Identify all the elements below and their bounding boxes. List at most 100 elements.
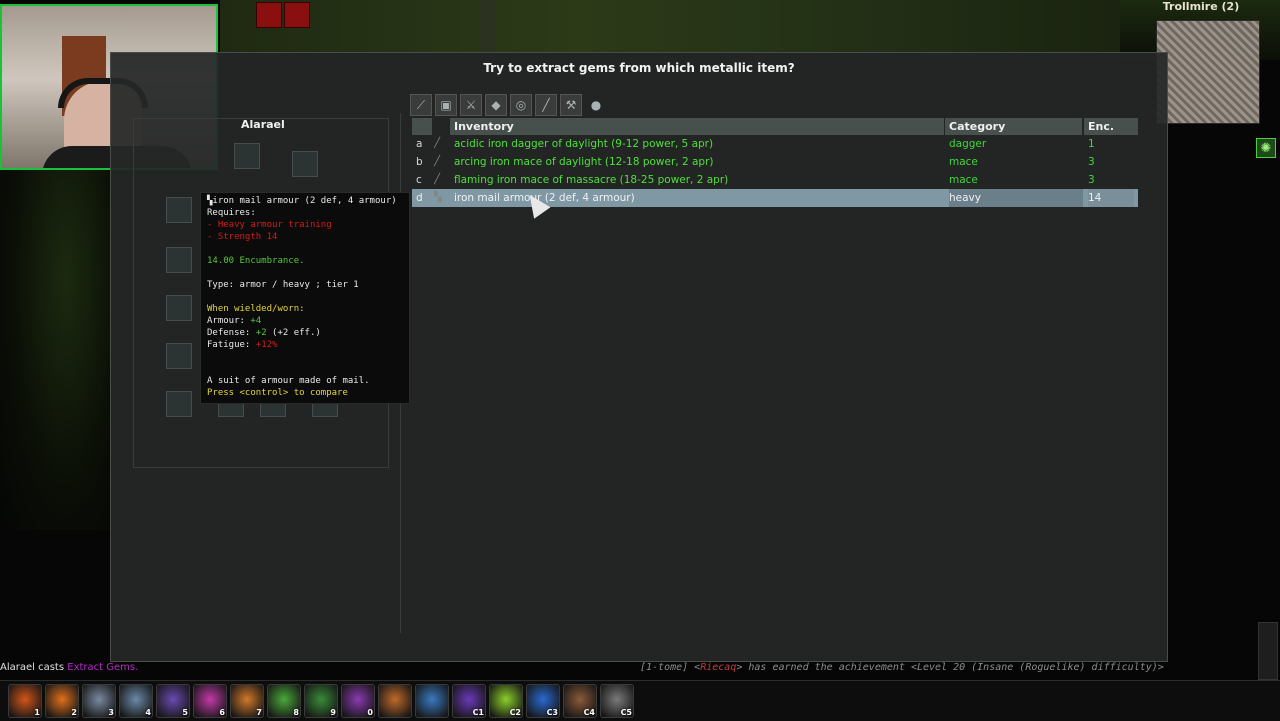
hotkey-slot[interactable]: 7 xyxy=(230,684,264,718)
equip-slot-head[interactable] xyxy=(234,143,260,169)
game-world-left xyxy=(0,170,110,530)
game-world-top xyxy=(220,0,1120,52)
hotkey-label: 1 xyxy=(34,708,40,717)
table-row[interactable]: a ╱ acidic iron dagger of daylight (9-12… xyxy=(412,135,1138,153)
header-enc[interactable]: Enc. xyxy=(1084,118,1138,135)
side-toolbar[interactable] xyxy=(1258,622,1278,680)
hotkey-label: 7 xyxy=(256,708,262,717)
tooltip-requires: Requires: xyxy=(207,208,256,218)
inventory-table: Inventory Category Enc. a ╱ acidic iron … xyxy=(412,118,1138,207)
hotkey-slot[interactable]: C4 xyxy=(563,684,597,718)
hotkey-slot[interactable]: 6 xyxy=(193,684,227,718)
header-inventory[interactable]: Inventory xyxy=(450,118,944,135)
hotkey-label: 8 xyxy=(293,708,299,717)
item-enc: 14 xyxy=(1088,189,1134,207)
hotkey-slot[interactable]: 2 xyxy=(45,684,79,718)
hotkey-label: 3 xyxy=(108,708,114,717)
item-name: arcing iron mace of daylight (12-18 powe… xyxy=(454,156,714,168)
hotkey-label: C1 xyxy=(472,708,484,717)
item-enc: 3 xyxy=(1088,156,1095,168)
item-name: flaming iron mace of massacre (18-25 pow… xyxy=(454,174,729,186)
item-category: dagger xyxy=(949,138,987,150)
table-row[interactable]: b ╱ arcing iron mace of daylight (12-18 … xyxy=(412,153,1138,171)
game-world-path xyxy=(480,0,496,52)
tool-icon[interactable]: ⚒ xyxy=(560,94,582,116)
tooltip-compare-hint: Press <control> to compare xyxy=(207,388,348,398)
header-category[interactable]: Category xyxy=(945,118,1082,135)
header-letter xyxy=(412,118,432,135)
minimap-toggle-icon[interactable]: ✺ xyxy=(1256,138,1276,158)
tooltip-requirement: - Heavy armour training xyxy=(207,220,332,230)
hotkey-slot[interactable] xyxy=(415,684,449,718)
misc-icon[interactable]: ● xyxy=(585,94,607,116)
hotkey-label: C5 xyxy=(620,708,632,717)
hotkey-slot[interactable]: 0 xyxy=(341,684,375,718)
tooltip-description: A suit of armour made of mail. xyxy=(207,376,370,386)
hotkey-label: 4 xyxy=(145,708,151,717)
equip-slot-offhand[interactable] xyxy=(166,247,192,273)
minimap[interactable] xyxy=(1156,20,1260,124)
table-row-selected[interactable]: d ▚ iron mail armour (2 def, 4 armour) h… xyxy=(412,189,1138,207)
equip-slot-ring2[interactable] xyxy=(166,343,192,369)
dialog-title: Try to extract gems from which metallic … xyxy=(483,61,795,75)
armour-icon: ▚ xyxy=(434,192,442,203)
hotkey-slot[interactable]: 8 xyxy=(267,684,301,718)
hotkey-slot[interactable]: 3 xyxy=(82,684,116,718)
tooltip-defense: Defense: +2 (+2 eff.) xyxy=(207,328,321,338)
table-header: Inventory Category Enc. xyxy=(412,118,1138,135)
combat-log: Alarael casts Extract Gems. xyxy=(0,662,139,673)
tooltip-requirement: - Strength 14 xyxy=(207,232,278,242)
hotkey-slot[interactable]: 4 xyxy=(119,684,153,718)
hotkey-slot[interactable]: C3 xyxy=(526,684,560,718)
hotbar xyxy=(0,680,1280,721)
ring-icon[interactable]: ◎ xyxy=(510,94,532,116)
hotkey-label: 6 xyxy=(219,708,225,717)
item-category: mace xyxy=(949,174,978,186)
hotkey-label: C3 xyxy=(546,708,558,717)
weapon-icon[interactable]: ⚔ xyxy=(460,94,482,116)
hotkey-label: 5 xyxy=(182,708,188,717)
chat-log: [1-tome] <Riecaq> has earned the achieve… xyxy=(640,662,1164,673)
hotkey-label: 0 xyxy=(367,708,373,717)
hotkey-slot[interactable]: 1 xyxy=(8,684,42,718)
table-row[interactable]: c ╱ flaming iron mace of massacre (18-25… xyxy=(412,171,1138,189)
hotkey-slot[interactable]: 5 xyxy=(156,684,190,718)
hotkey-slot[interactable] xyxy=(378,684,412,718)
gem-icon[interactable]: ◆ xyxy=(485,94,507,116)
dagger-icon: ╱ xyxy=(434,138,441,149)
armor-icon[interactable]: ▣ xyxy=(435,94,457,116)
item-enc: 1 xyxy=(1088,138,1095,150)
all-items-icon[interactable]: ⟋ xyxy=(410,94,432,116)
hotkey-slot[interactable]: C1 xyxy=(452,684,486,718)
equip-slot-ring[interactable] xyxy=(166,295,192,321)
buff-icon[interactable] xyxy=(256,2,282,28)
item-tooltip: ▚iron mail armour (2 def, 4 armour) Requ… xyxy=(200,192,410,404)
mace-icon: ╱ xyxy=(434,174,441,185)
minimap-location: Trollmire (2) xyxy=(1162,0,1240,13)
wand-icon[interactable]: ╱ xyxy=(535,94,557,116)
hotkey-label: C4 xyxy=(583,708,595,717)
hotkey-slot[interactable]: C5 xyxy=(600,684,634,718)
tooltip-worn-header: When wielded/worn: xyxy=(207,304,305,314)
inventory-filter-bar: ⟋ ▣ ⚔ ◆ ◎ ╱ ⚒ ● xyxy=(410,94,607,116)
item-category: heavy xyxy=(949,189,1083,207)
item-enc: 3 xyxy=(1088,174,1095,186)
buff-icon[interactable] xyxy=(284,2,310,28)
tooltip-encumbrance: 14.00 Encumbrance. xyxy=(207,256,305,266)
tooltip-fatigue: Fatigue: +12% xyxy=(207,340,278,350)
hotkey-slot[interactable]: 9 xyxy=(304,684,338,718)
tooltip-type: Type: armor / heavy ; tier 1 xyxy=(207,280,359,290)
hotkey-label: 9 xyxy=(330,708,336,717)
hotkey-label: 2 xyxy=(71,708,77,717)
equip-slot-mainhand[interactable] xyxy=(166,197,192,223)
hotkey-label: C2 xyxy=(509,708,521,717)
character-name: Alarael xyxy=(241,118,285,131)
hotkey-slot[interactable]: C2 xyxy=(489,684,523,718)
equip-slot-amulet[interactable] xyxy=(292,151,318,177)
tooltip-armour: Armour: +4 xyxy=(207,316,262,326)
equip-slot-light[interactable] xyxy=(166,391,192,417)
item-name: acidic iron dagger of daylight (9-12 pow… xyxy=(454,138,714,150)
tooltip-title: ▚iron mail armour (2 def, 4 armour) xyxy=(207,196,397,206)
item-category: mace xyxy=(949,156,978,168)
mace-icon: ╱ xyxy=(434,156,441,167)
